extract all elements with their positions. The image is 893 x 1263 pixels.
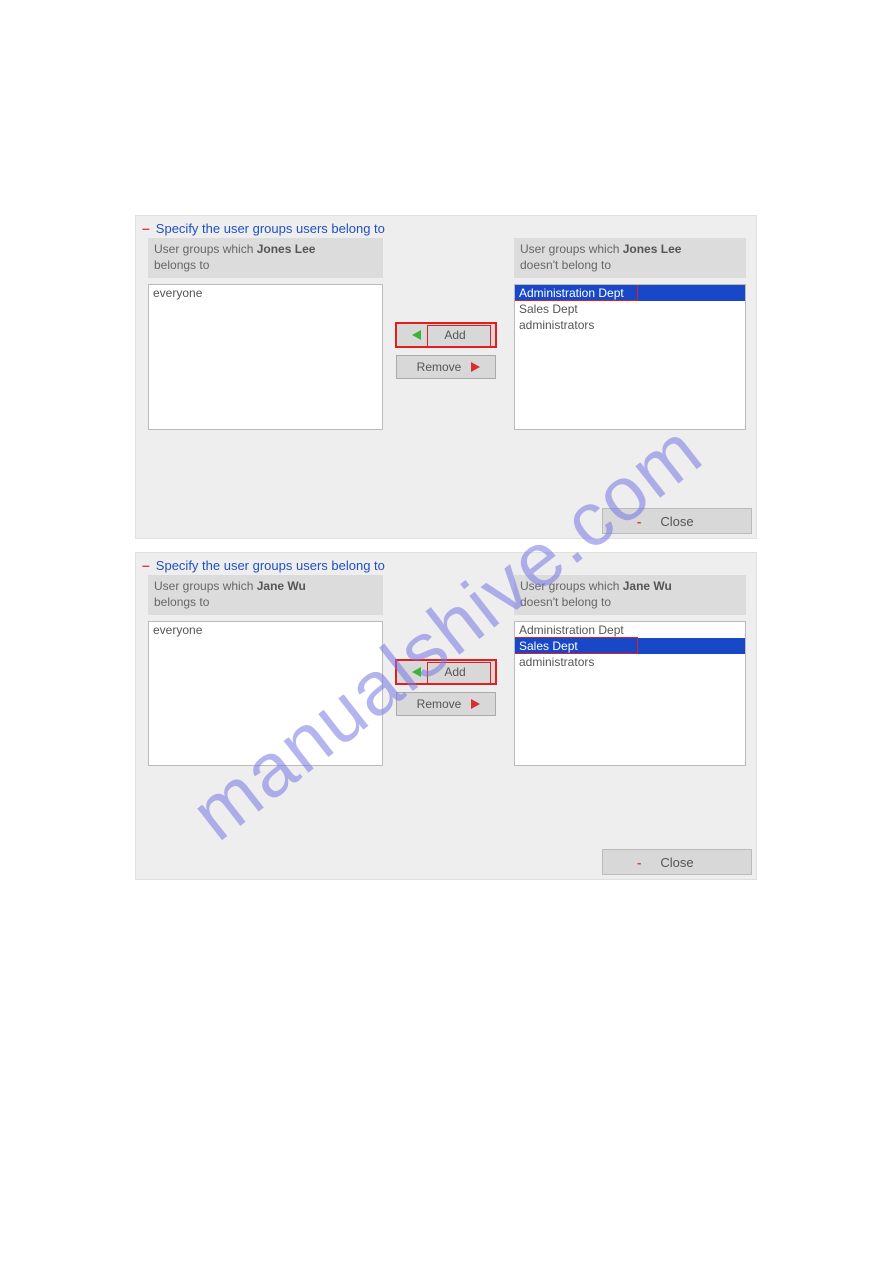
close-dash-icon: - — [637, 514, 641, 529]
not-belongs-listbox[interactable]: Administration Dept Sales Dept administr… — [514, 284, 746, 430]
remove-button[interactable]: Remove — [396, 355, 496, 379]
belongs-label: User groups which Jane Wu belongs to — [148, 575, 383, 615]
section-title: Specify the user groups users belong to — [156, 221, 385, 236]
section-header: – Specify the user groups users belong t… — [136, 216, 756, 238]
belongs-label: User groups which Jones Lee belongs to — [148, 238, 383, 278]
list-item[interactable]: Sales Dept — [515, 638, 745, 654]
arrow-right-icon — [469, 361, 481, 373]
group-panel-jane: – Specify the user groups users belong t… — [135, 552, 757, 880]
list-item[interactable]: Sales Dept — [515, 301, 745, 317]
list-item[interactable]: everyone — [149, 285, 382, 301]
arrow-left-icon — [411, 666, 423, 678]
list-item[interactable]: administrators — [515, 317, 745, 333]
belongs-listbox[interactable]: everyone — [148, 284, 383, 430]
arrow-left-icon — [411, 329, 423, 341]
not-belongs-label: User groups which Jones Lee doesn't belo… — [514, 238, 746, 278]
not-belongs-listbox[interactable]: Administration Dept Sales Dept administr… — [514, 621, 746, 766]
section-title: Specify the user groups users belong to — [156, 558, 385, 573]
belongs-listbox[interactable]: everyone — [148, 621, 383, 766]
list-item[interactable]: everyone — [149, 622, 382, 638]
close-dash-icon: - — [637, 855, 641, 870]
list-item[interactable]: administrators — [515, 654, 745, 670]
collapse-marker[interactable]: – — [142, 220, 150, 236]
list-item[interactable]: Administration Dept — [515, 622, 745, 638]
not-belongs-label: User groups which Jane Wu doesn't belong… — [514, 575, 746, 615]
list-item[interactable]: Administration Dept — [515, 285, 745, 301]
close-button[interactable]: - Close — [602, 849, 752, 875]
add-button[interactable]: Add — [396, 660, 496, 684]
arrow-right-icon — [469, 698, 481, 710]
remove-button[interactable]: Remove — [396, 692, 496, 716]
group-panel-jones: – Specify the user groups users belong t… — [135, 215, 757, 539]
close-button[interactable]: - Close — [602, 508, 752, 534]
section-header: – Specify the user groups users belong t… — [136, 553, 756, 575]
add-button[interactable]: Add — [396, 323, 496, 347]
collapse-marker[interactable]: – — [142, 557, 150, 573]
